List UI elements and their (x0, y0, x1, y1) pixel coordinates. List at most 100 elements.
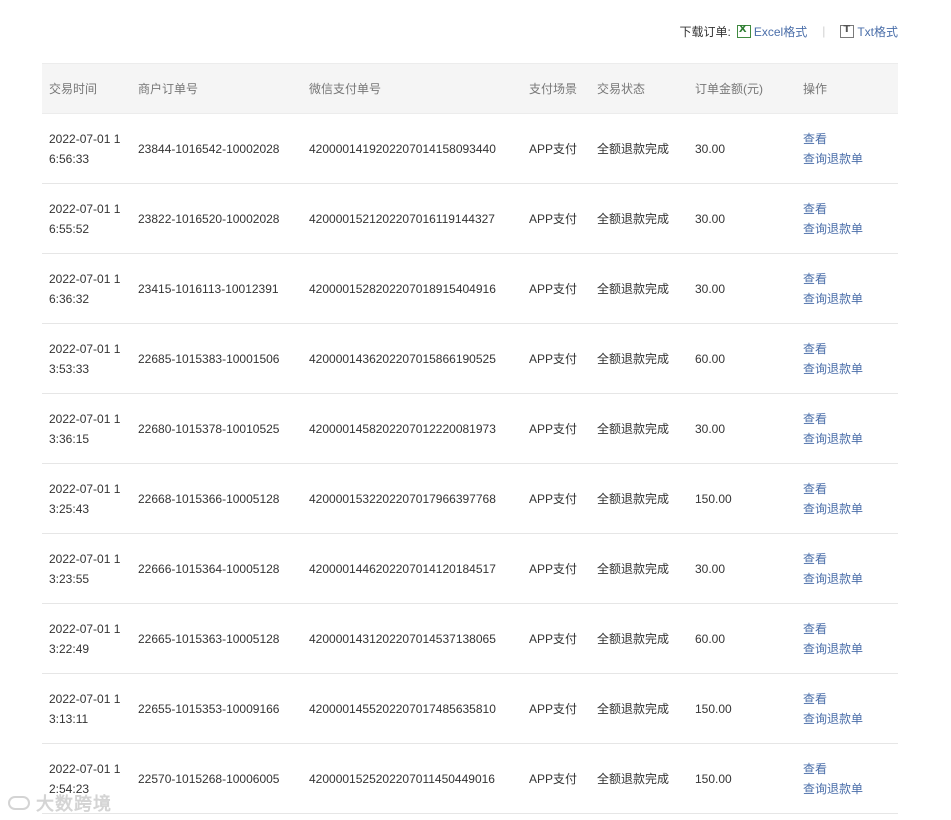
view-link[interactable]: 查看 (803, 549, 898, 569)
table-row: 2022-07-01 16:55:52 23822-1016520-100020… (42, 183, 898, 254)
table-row: 2022-07-01 13:23:55 22666-1015364-100051… (42, 533, 898, 604)
txt-file-icon (840, 24, 855, 38)
txt-download-link[interactable]: Txt格式 (840, 23, 898, 40)
header-wechat-order: 微信支付单号 (302, 63, 522, 114)
time-text: 2022-07-01 13:36:15 (49, 411, 121, 446)
table-header-row: 交易时间 商户订单号 微信支付单号 支付场景 交易状态 订单金额(元) 操作 (42, 63, 898, 114)
cell-wechat-order: 4200001455202207017485635810 (302, 673, 522, 744)
cell-time: 2022-07-01 16:36:32 (42, 253, 131, 324)
cell-merchant-order: 22665-1015363-10005128 (131, 603, 302, 674)
cell-time: 2022-07-01 13:23:55 (42, 533, 131, 604)
cell-actions: 查看 查询退款单 (796, 113, 898, 184)
excel-download-link[interactable]: Excel格式 (736, 23, 808, 40)
table-row: 2022-07-01 13:13:11 22655-1015353-100091… (42, 673, 898, 744)
cell-scene: APP支付 (522, 113, 590, 184)
cell-time: 2022-07-01 13:13:11 (42, 673, 131, 744)
txt-download-label: Txt格式 (857, 24, 898, 39)
cell-status: 全额退款完成 (590, 393, 688, 464)
cell-amount: 30.00 (688, 113, 796, 184)
download-label: 下载订单: (679, 24, 731, 39)
excel-download-label: Excel格式 (753, 24, 808, 39)
query-refund-link[interactable]: 查询退款单 (803, 289, 898, 309)
table-row: 2022-07-01 13:36:15 22680-1015378-100105… (42, 393, 898, 464)
table-row: 2022-07-01 13:25:43 22668-1015366-100051… (42, 463, 898, 534)
cell-scene: APP支付 (522, 253, 590, 324)
cell-status: 全额退款完成 (590, 323, 688, 394)
query-refund-link[interactable]: 查询退款单 (803, 429, 898, 449)
time-text: 2022-07-01 13:53:33 (49, 341, 121, 376)
cell-time: 2022-07-01 13:53:33 (42, 323, 131, 394)
cell-time: 2022-07-01 13:25:43 (42, 463, 131, 534)
query-refund-link[interactable]: 查询退款单 (803, 639, 898, 659)
cell-actions: 查看 查询退款单 (796, 673, 898, 744)
watermark: 大数跨境 (8, 790, 112, 816)
header-status: 交易状态 (590, 63, 688, 114)
table-row: 2022-07-01 13:22:49 22665-1015363-100051… (42, 603, 898, 674)
cell-status: 全额退款完成 (590, 183, 688, 254)
time-text: 2022-07-01 13:23:55 (49, 551, 121, 586)
query-refund-link[interactable]: 查询退款单 (803, 709, 898, 729)
orders-table: 交易时间 商户订单号 微信支付单号 支付场景 交易状态 订单金额(元) 操作 2… (42, 63, 898, 814)
cell-merchant-order: 23415-1016113-10012391 (131, 253, 302, 324)
cell-amount: 30.00 (688, 183, 796, 254)
table-row: 2022-07-01 13:53:33 22685-1015383-100015… (42, 323, 898, 394)
view-link[interactable]: 查看 (803, 269, 898, 289)
watermark-text: 大数跨境 (36, 794, 112, 814)
query-refund-link[interactable]: 查询退款单 (803, 569, 898, 589)
cell-time: 2022-07-01 16:56:33 (42, 113, 131, 184)
cell-scene: APP支付 (522, 603, 590, 674)
query-refund-link[interactable]: 查询退款单 (803, 219, 898, 239)
view-link[interactable]: 查看 (803, 689, 898, 709)
header-amount: 订单金额(元) (688, 63, 796, 114)
cell-wechat-order: 4200001436202207015866190525 (302, 323, 522, 394)
header-action: 操作 (796, 63, 898, 114)
view-link[interactable]: 查看 (803, 619, 898, 639)
cell-scene: APP支付 (522, 743, 590, 814)
query-refund-link[interactable]: 查询退款单 (803, 499, 898, 519)
view-link[interactable]: 查看 (803, 129, 898, 149)
table-row: 2022-07-01 16:36:32 23415-1016113-100123… (42, 253, 898, 324)
cell-amount: 30.00 (688, 253, 796, 324)
header-scene: 支付场景 (522, 63, 590, 114)
view-link[interactable]: 查看 (803, 759, 898, 779)
cell-scene: APP支付 (522, 463, 590, 534)
cell-merchant-order: 22680-1015378-10010525 (131, 393, 302, 464)
view-link[interactable]: 查看 (803, 479, 898, 499)
cell-status: 全额退款完成 (590, 113, 688, 184)
cell-merchant-order: 22666-1015364-10005128 (131, 533, 302, 604)
cell-actions: 查看 查询退款单 (796, 183, 898, 254)
view-link[interactable]: 查看 (803, 339, 898, 359)
cell-merchant-order: 22655-1015353-10009166 (131, 673, 302, 744)
cell-wechat-order: 4200001532202207017966397768 (302, 463, 522, 534)
cell-actions: 查看 查询退款单 (796, 393, 898, 464)
time-text: 2022-07-01 16:56:33 (49, 131, 121, 166)
time-text: 2022-07-01 13:13:11 (49, 691, 121, 726)
view-link[interactable]: 查看 (803, 409, 898, 429)
cell-status: 全额退款完成 (590, 743, 688, 814)
download-separator: | (822, 24, 826, 38)
header-merchant-order: 商户订单号 (131, 63, 302, 114)
cell-status: 全额退款完成 (590, 603, 688, 674)
cell-time: 2022-07-01 13:22:49 (42, 603, 131, 674)
time-text: 2022-07-01 16:36:32 (49, 271, 121, 306)
cell-scene: APP支付 (522, 673, 590, 744)
cell-time: 2022-07-01 13:36:15 (42, 393, 131, 464)
cell-wechat-order: 4200001419202207014158093440 (302, 113, 522, 184)
query-refund-link[interactable]: 查询退款单 (803, 779, 898, 799)
cell-scene: APP支付 (522, 393, 590, 464)
cell-merchant-order: 23844-1016542-10002028 (131, 113, 302, 184)
time-text: 2022-07-01 13:22:49 (49, 621, 121, 656)
cell-amount: 150.00 (688, 463, 796, 534)
cell-wechat-order: 4200001458202207012220081973 (302, 393, 522, 464)
query-refund-link[interactable]: 查询退款单 (803, 359, 898, 379)
view-link[interactable]: 查看 (803, 199, 898, 219)
watermark-logo-icon (8, 796, 30, 810)
table-row: 2022-07-01 16:56:33 23844-1016542-100020… (42, 113, 898, 184)
cell-scene: APP支付 (522, 183, 590, 254)
cell-amount: 30.00 (688, 533, 796, 604)
download-bar: 下载订单: Excel格式 | Txt格式 (680, 22, 899, 40)
query-refund-link[interactable]: 查询退款单 (803, 149, 898, 169)
cell-scene: APP支付 (522, 323, 590, 394)
cell-wechat-order: 4200001521202207016119144327 (302, 183, 522, 254)
cell-actions: 查看 查询退款单 (796, 743, 898, 814)
